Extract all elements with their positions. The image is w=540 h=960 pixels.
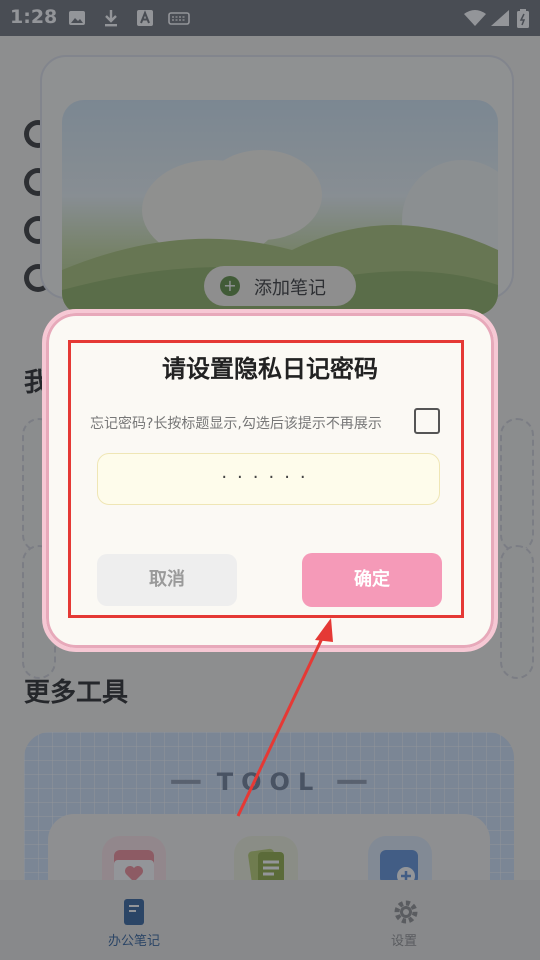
annotation-arrow [236, 618, 333, 817]
